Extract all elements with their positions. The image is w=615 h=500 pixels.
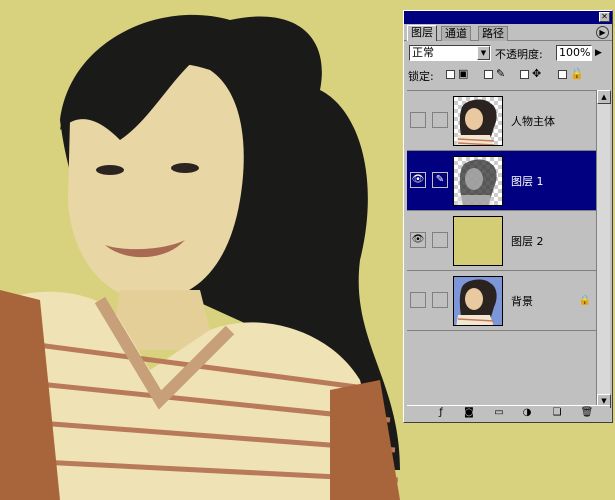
visibility-toggle[interactable] [410,292,426,308]
lock-label: 锁定: [408,70,434,83]
palette-titlebar[interactable]: ✕ [404,11,612,24]
brush-icon: ✎ [496,67,506,80]
link-toggle[interactable] [432,232,448,248]
lock-image-checkbox[interactable] [484,70,493,79]
blend-row: 正常 ▼ 不透明度: 100% ▶ [408,44,608,62]
lock-icon: 🔒 [578,295,591,306]
layer-name: 人物主体 [511,115,555,128]
move-icon: ✥ [532,67,542,80]
lock-all-checkbox[interactable] [558,70,567,79]
blend-mode-select[interactable]: 正常 ▼ [409,45,491,61]
layer-row[interactable]: 人物主体 [407,91,596,151]
adjustment-layer-icon[interactable]: ◑ [519,406,535,419]
link-toggle[interactable] [432,292,448,308]
lock-transparency-checkbox[interactable] [446,70,455,79]
tab-layers[interactable]: 图层 [407,25,437,41]
palette-bottom-bar: ƒ ◙ ▭ ◑ ❏ 🗑 [407,405,610,419]
brush-icon[interactable]: ✎ [432,172,448,188]
layer-thumbnail [453,216,503,266]
layers-palette: ✕ 图层 通道 路径 ▶ 正常 ▼ 不透明度: 100% ▶ 锁定: ▣ ✎ ✥… [403,10,613,423]
scroll-up-icon[interactable]: ▲ [597,90,611,104]
layers-scrollbar[interactable]: ▲ ▼ [596,90,611,408]
layer-style-icon[interactable]: ƒ [433,406,449,419]
new-layer-icon[interactable]: ❏ [549,406,565,419]
transparency-icon: ▣ [458,67,469,80]
add-mask-icon[interactable]: ◙ [461,406,477,419]
eye-icon[interactable]: 👁 [410,232,426,248]
layer-thumbnail [453,96,503,146]
palette-tabs: 图层 通道 路径 ▶ [404,24,612,41]
layer-row[interactable]: 背景 🔒 [407,271,596,331]
chevron-down-icon[interactable]: ▼ [477,46,490,60]
layers-list: 人物主体 👁 ✎ 图层 1 👁 图层 2 背景 🔒 [407,90,596,408]
layer-name: 图层 2 [511,235,544,248]
opacity-label: 不透明度: [495,48,543,61]
close-icon[interactable]: ✕ [599,12,610,22]
layer-thumbnail [453,156,503,206]
layer-name: 图层 1 [511,175,544,188]
lock-position-checkbox[interactable] [520,70,529,79]
lock-row: 锁定: ▣ ✎ ✥ 🔒 [408,67,608,84]
lock-icon: 🔒 [570,67,584,80]
link-toggle[interactable] [432,112,448,128]
opacity-input[interactable]: 100% [556,45,592,61]
tab-paths[interactable]: 路径 [478,26,508,41]
eye-icon[interactable]: 👁 [410,172,426,188]
tab-channels[interactable]: 通道 [441,26,471,41]
layer-name: 背景 [511,295,533,308]
visibility-toggle[interactable] [410,112,426,128]
trash-icon[interactable]: 🗑 [579,406,595,419]
layer-row[interactable]: 👁 图层 2 [407,211,596,271]
layer-row[interactable]: 👁 ✎ 图层 1 [407,151,596,211]
opacity-slider-arrow-icon[interactable]: ▶ [595,48,602,58]
palette-menu-icon[interactable]: ▶ [596,26,609,39]
blend-mode-value: 正常 [412,46,434,59]
layer-thumbnail [453,276,503,326]
new-set-icon[interactable]: ▭ [491,406,507,419]
